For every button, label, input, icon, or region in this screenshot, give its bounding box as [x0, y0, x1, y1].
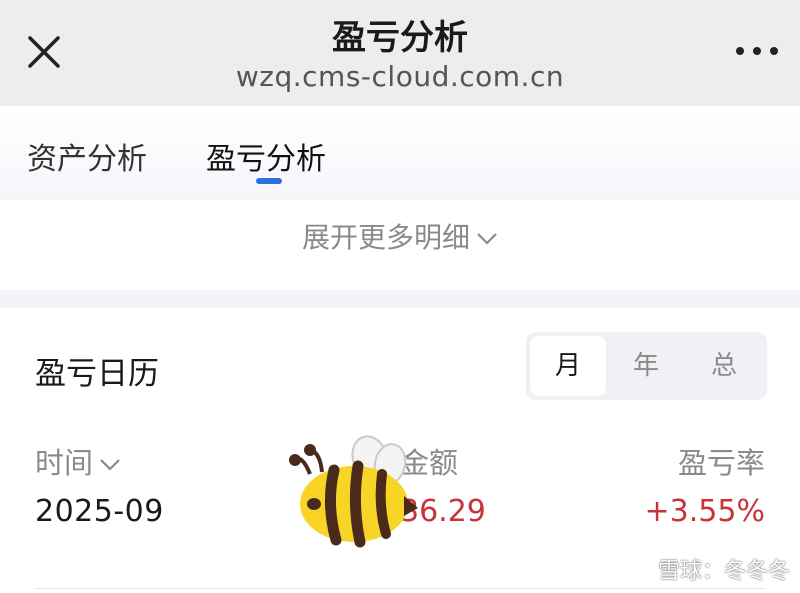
page-title: 盈亏分析 — [332, 18, 468, 58]
column-header-time-label: 时间 — [35, 446, 94, 480]
segment-year[interactable]: 年 — [608, 336, 684, 396]
browser-header: 盈亏分析 wzq.cms-cloud.com.cn — [0, 0, 800, 106]
expand-details-button[interactable]: 展开更多明细 — [0, 216, 800, 256]
section-divider — [0, 290, 800, 308]
watermark-label: 雪球：冬冬冬 — [657, 559, 790, 584]
tab-bar: 资产分析 盈亏分析 — [0, 106, 800, 200]
watermark: 雪球：冬冬冬 — [630, 553, 790, 585]
row-rate: +3.55% — [644, 494, 765, 529]
segment-total[interactable]: 总 — [686, 336, 762, 396]
bee-sticker — [286, 432, 422, 548]
chevron-down-icon — [477, 233, 497, 245]
column-header-rate: 盈亏率 — [677, 446, 765, 480]
section-title: 盈亏日历 — [35, 356, 159, 392]
table-bottom-border — [35, 588, 765, 589]
row-date: 2025-09 — [35, 494, 164, 529]
expand-section: 展开更多明细 — [0, 200, 800, 290]
tab-pnl-analysis[interactable]: 盈亏分析 — [206, 134, 326, 178]
expand-details-label: 展开更多明细 — [301, 221, 470, 254]
tab-asset-analysis[interactable]: 资产分析 — [27, 134, 147, 178]
period-selector: 月 年 总 — [526, 332, 767, 400]
active-tab-indicator — [256, 178, 282, 184]
chevron-down-icon — [100, 459, 120, 471]
page-url: wzq.cms-cloud.com.cn — [235, 60, 565, 93]
more-horizontal-icon[interactable] — [732, 36, 782, 66]
segment-month[interactable]: 月 — [530, 336, 606, 396]
snowball-logo-icon — [630, 560, 654, 584]
column-header-time[interactable]: 时间 — [35, 440, 121, 482]
